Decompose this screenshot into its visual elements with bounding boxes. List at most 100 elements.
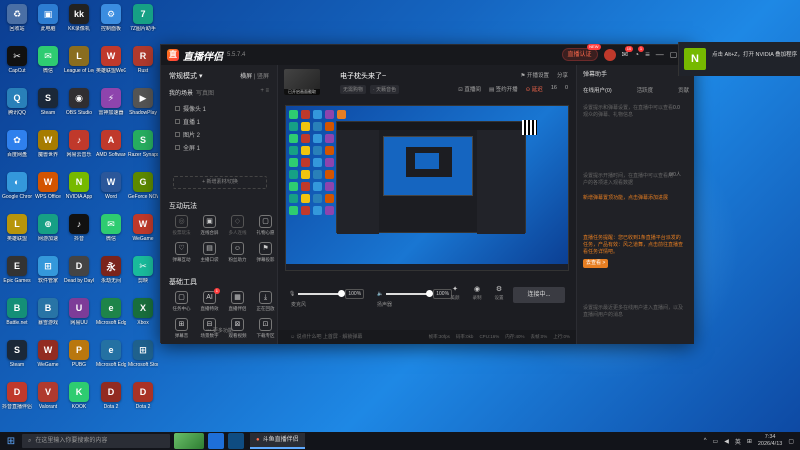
mic-icon[interactable]: 🎙 — [289, 291, 295, 297]
tool-item[interactable]: ▢ 任务中心 — [169, 291, 194, 312]
desktop-icon[interactable]: N NVIDIA App — [64, 172, 94, 200]
avatar[interactable] — [603, 48, 616, 61]
desktop-icon[interactable]: 永永劫无间 — [96, 256, 126, 284]
desktop-icon[interactable]: L League of Legends — [64, 46, 94, 74]
desktop-icon[interactable]: S Razer Synapse — [128, 130, 158, 158]
tool-item[interactable]: ▢ 礼物心愿 — [253, 215, 278, 236]
checkbox[interactable] — [175, 131, 180, 137]
desktop-icon[interactable]: K KOOK — [64, 382, 94, 410]
desktop-icon[interactable]: B 暴雪游戏 — [33, 298, 63, 326]
desktop-icon[interactable]: ♻ 回收站 — [2, 4, 32, 32]
desktop-icon[interactable]: ✉ 微信 — [96, 214, 126, 242]
desktop-icon[interactable]: ⊕ 网游加速 — [33, 214, 63, 242]
desktop-icon[interactable]: S Steam — [2, 340, 32, 368]
desktop-icon[interactable]: D Dead by Daylight — [64, 256, 94, 284]
tool-item[interactable]: AI 1 直播特效 — [197, 288, 222, 312]
share-link[interactable]: 分享 — [557, 71, 568, 79]
tool-item[interactable]: ☺ 粉丝助力 — [225, 242, 250, 263]
live-settings-link[interactable]: ⚑ 开播设置 — [521, 71, 549, 79]
desktop-icon[interactable]: D Dota 2 — [96, 382, 126, 410]
tool-item[interactable]: ◎ 投票玩法 — [169, 215, 194, 236]
start-live-button[interactable]: 连接中... — [513, 287, 565, 303]
feature-notice[interactable]: 新增弹幕置顶功能，点击弹幕添加进展 — [583, 195, 683, 202]
desktop-icon[interactable]: A AMD Software — [96, 130, 126, 158]
desktop-icon[interactable]: ✿ 百度网盘 — [2, 130, 32, 158]
room-cover-thumbnail[interactable]: 已开启画面截取 — [284, 69, 320, 95]
desktop-icon[interactable]: U 网易UU — [64, 298, 94, 326]
tool-item[interactable]: ▤ 主播口袋 — [197, 242, 222, 263]
clock[interactable]: 7:34 2026/4/13 — [758, 434, 782, 448]
tab-online-users[interactable]: 在线用户(0) — [583, 86, 612, 94]
desktop-icon[interactable]: ▶ ShadowPlay — [128, 88, 158, 116]
settings-button[interactable]: ⚙ 设置 — [489, 285, 509, 301]
chat-input[interactable]: ☺ 说点什么吧 上首屏 · 解锁弹幕 帧率:30fps 码率:0kb CPU:16%… — [278, 330, 576, 344]
tag[interactable]: · 天籁音色 — [370, 85, 400, 94]
desktop-icon[interactable]: e Microsoft Edge — [96, 298, 126, 326]
tool-item[interactable]: ◇ 多人连线 — [225, 215, 250, 236]
record-button[interactable]: ◉ 录制 — [467, 285, 487, 301]
desktop-icon[interactable]: W WeGame — [128, 214, 158, 242]
desktop-icon[interactable]: B Battle.net — [2, 298, 32, 326]
desktop-icon[interactable]: W 魔兽世界 — [33, 130, 63, 158]
desktop-icon[interactable]: V Valorant — [33, 382, 63, 410]
desktop-icon[interactable]: R Rust — [128, 46, 158, 74]
volume-icon[interactable]: ◀ — [724, 438, 729, 445]
desktop-icon[interactable]: e Microsoft Edge — [96, 340, 126, 368]
desktop-icon[interactable]: ✂ CapCut — [2, 46, 32, 74]
tab-activity[interactable]: 活跃度 — [637, 86, 654, 94]
minimize-icon[interactable]: — — [656, 50, 664, 59]
bell-icon[interactable]: ◔ 1 — [634, 46, 645, 59]
title-bar[interactable]: 直 直播伴侣 5.5.7.4 直播认证NEW ✉10 ◔1 ≡ — ▢ ✕ — [161, 44, 694, 65]
desktop-icon[interactable]: ⚙ 控制面板 — [96, 4, 126, 32]
desktop-icon[interactable]: ⊞ 软件管家 — [33, 256, 63, 284]
more-features-link[interactable]: ••• 更多功能 — [161, 327, 278, 334]
desktop-icon[interactable]: kk KK录像机 — [64, 4, 94, 32]
mic-slider[interactable] — [298, 290, 346, 297]
message-icon[interactable]: ✉ 10 — [622, 46, 634, 59]
file-explorer-icon[interactable] — [208, 433, 224, 449]
desktop-icon[interactable]: D Dota 2 — [128, 382, 158, 410]
ime-icon[interactable]: ⊞ — [747, 438, 752, 445]
desktop-icon[interactable]: ✂ 剪映 — [128, 256, 158, 284]
tag[interactable]: 无需购物 — [340, 85, 367, 94]
desktop-icon[interactable]: ◉ OBS Studio — [64, 88, 94, 116]
tool-item[interactable]: ⤓ 正在回放 — [253, 291, 278, 312]
go-view-button[interactable]: 去查看 > — [583, 259, 609, 268]
desktop-icon[interactable]: E Epic Games — [2, 256, 32, 284]
beauty-button[interactable]: ✦ 美颜 — [445, 285, 465, 301]
desktop-icon[interactable]: ♪ 抖音 — [64, 214, 94, 242]
scene-ops-icon[interactable]: + ≡ — [260, 88, 269, 94]
desktop-icon[interactable]: ✉ 微信 — [33, 46, 63, 74]
room-title[interactable]: 电子枕头来了~ — [340, 71, 386, 81]
orientation-toggle[interactable]: 横屏 | 竖屏 — [240, 71, 269, 80]
chevron-up-icon[interactable]: ^ — [704, 438, 707, 444]
desktop-icon[interactable]: L 英雄联盟 — [2, 214, 32, 242]
desktop-icon[interactable]: G GeForce NOW — [128, 172, 158, 200]
desktop-icon[interactable]: D 抖音直播伴侣 — [2, 382, 32, 410]
language-indicator[interactable]: 英 — [735, 437, 741, 446]
desktop-icon[interactable]: ▣ 此电脑 — [33, 4, 63, 32]
mic-percent[interactable]: 100% — [345, 289, 365, 299]
desktop-icon[interactable]: P PUBG — [64, 340, 94, 368]
sign-link[interactable]: ▤ 签约开播 — [489, 85, 518, 93]
cert-button[interactable]: 直播认证 NEW — [561, 44, 601, 61]
news-widget[interactable] — [174, 433, 204, 449]
checkbox[interactable] — [175, 118, 180, 124]
notification-icon[interactable]: ▢ — [788, 438, 794, 445]
edge-icon[interactable] — [228, 433, 244, 449]
desktop-icon[interactable]: ♪ 网易云音乐 — [64, 130, 94, 158]
mode-selector[interactable]: 常规模式 ▾ — [169, 71, 202, 81]
delay-link[interactable]: ⊙ 延迟 — [526, 85, 543, 93]
search-input[interactable]: ⌕ 在这里输入你要搜索的内容 — [22, 434, 170, 448]
add-source-button[interactable]: + 新增素材/切换 — [173, 176, 267, 189]
source-item[interactable]: 直播 1 — [175, 116, 200, 126]
tool-item[interactable]: ▦ 直播伴侣 — [225, 291, 250, 312]
speaker-icon[interactable]: 🔈 — [377, 291, 383, 297]
menu-icon[interactable]: ≡ — [645, 50, 650, 59]
desktop-icon[interactable]: X Xbox — [128, 298, 158, 326]
tool-item[interactable]: ⚑ 弹幕投影 — [253, 242, 278, 263]
nvidia-notification[interactable]: N 点击 Alt+Z，打开 NVIDIA 叠加程序 — [678, 42, 800, 76]
tool-item[interactable]: ♡ 弹幕互动 — [169, 242, 194, 263]
network-icon[interactable]: ▭ — [713, 438, 719, 445]
desktop-icon[interactable]: W 英雄联盟WeGame — [96, 46, 126, 74]
